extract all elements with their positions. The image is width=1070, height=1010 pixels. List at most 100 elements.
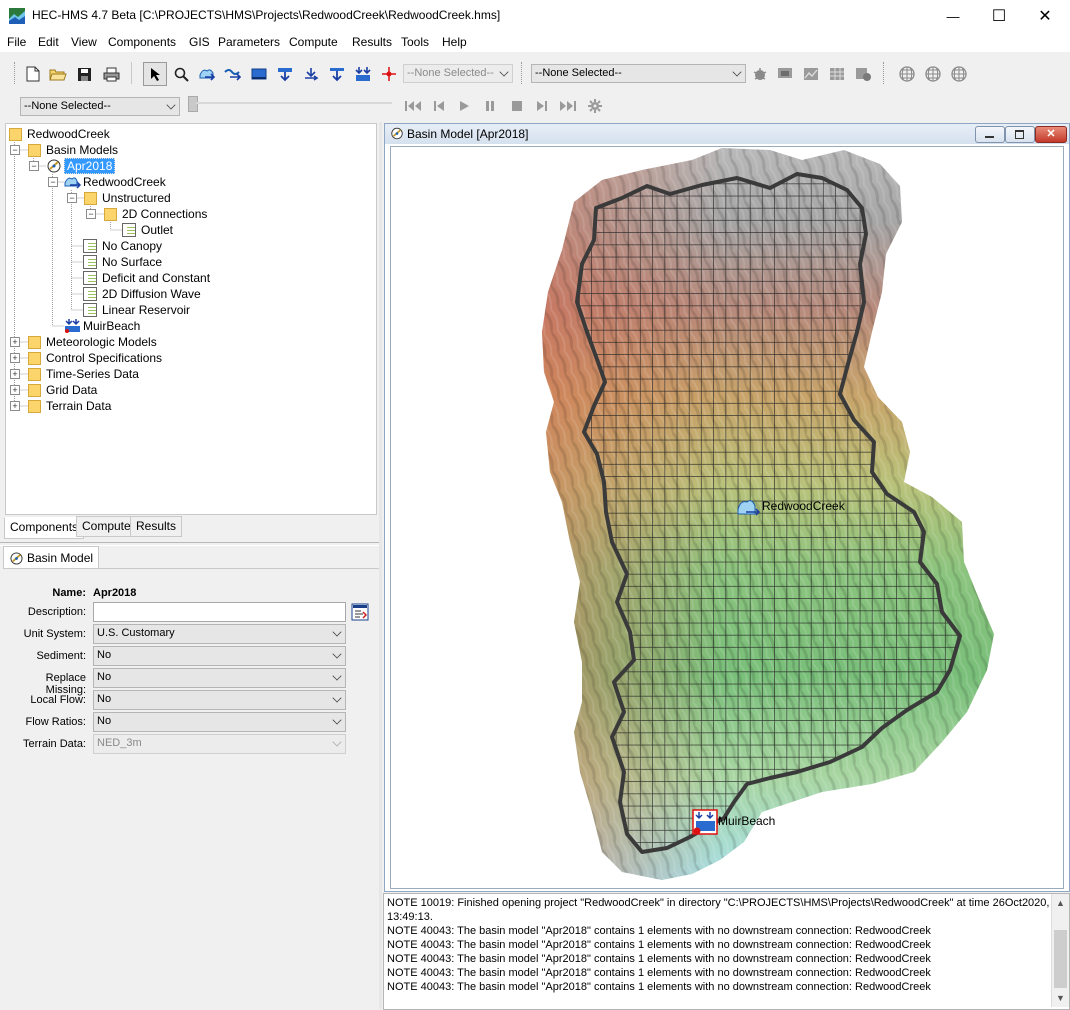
expand-toggle[interactable]: +: [10, 353, 20, 363]
local-flow-dropdown[interactable]: No: [93, 690, 346, 710]
tree-node-meteorologic-models[interactable]: Meteorologic Models: [28, 334, 157, 350]
gage-tool-icon[interactable]: [378, 63, 400, 85]
menu-results[interactable]: Results: [352, 35, 392, 49]
menu-parameters[interactable]: Parameters: [218, 35, 280, 49]
scroll-thumb[interactable]: [1054, 930, 1067, 988]
tab-compute[interactable]: Compute: [76, 516, 137, 537]
pause-icon[interactable]: [479, 95, 501, 117]
play-icon[interactable]: [453, 95, 475, 117]
animation-settings-gear-icon[interactable]: [584, 95, 606, 117]
rewind-icon[interactable]: [402, 95, 424, 117]
tree-node-grid-data[interactable]: Grid Data: [28, 382, 97, 398]
tree-node-terrain-data[interactable]: Terrain Data: [28, 398, 111, 414]
collapse-toggle[interactable]: −: [29, 161, 39, 171]
fast-forward-icon[interactable]: [557, 95, 579, 117]
time-series-table-icon[interactable]: [852, 63, 874, 85]
map-minimize-button[interactable]: [975, 126, 1005, 143]
menu-tools[interactable]: Tools: [401, 35, 429, 49]
expand-toggle[interactable]: +: [10, 385, 20, 395]
junction-tool-icon[interactable]: [274, 63, 296, 85]
grid-globe-icon[interactable]: [922, 63, 944, 85]
tree-node-2d-diffusion-wave[interactable]: 2D Diffusion Wave: [83, 286, 201, 302]
expand-toggle[interactable]: +: [10, 369, 20, 379]
grid-globe-icon[interactable]: [948, 63, 970, 85]
menu-gis[interactable]: GIS: [189, 35, 210, 49]
minimize-button[interactable]: —: [930, 0, 976, 32]
menu-edit[interactable]: Edit: [38, 35, 59, 49]
subbasin-map-label[interactable]: RedwoodCreek: [762, 499, 846, 513]
summary-table-icon[interactable]: [826, 63, 848, 85]
sediment-dropdown[interactable]: No: [93, 646, 346, 666]
tree-node-basin-models[interactable]: Basin Models: [28, 142, 118, 158]
tree-node-2d-connections[interactable]: 2D Connections: [104, 206, 207, 222]
scroll-up-icon[interactable]: ▲: [1056, 898, 1065, 908]
animation-slider-thumb[interactable]: [188, 96, 198, 112]
select-arrow-icon[interactable]: [143, 62, 167, 86]
menu-components[interactable]: Components: [108, 35, 176, 49]
graph-icon[interactable]: [800, 63, 822, 85]
global-summary-icon[interactable]: [774, 63, 796, 85]
sink-tool-icon[interactable]: [352, 63, 374, 85]
open-folder-icon[interactable]: [47, 63, 69, 85]
tree-node-redwoodcreek-subbasin[interactable]: RedwoodCreek: [64, 174, 166, 190]
print-icon[interactable]: [100, 63, 122, 85]
vertical-splitter[interactable]: [379, 122, 382, 1009]
new-file-icon[interactable]: [22, 63, 44, 85]
flow-ratios-dropdown[interactable]: No: [93, 712, 346, 732]
tab-basin-model[interactable]: Basin Model: [3, 546, 99, 569]
subbasin-tool-icon[interactable]: [196, 63, 218, 85]
animation-slider-track[interactable]: [196, 102, 392, 104]
stop-icon[interactable]: [506, 95, 528, 117]
sink-element-icon[interactable]: [692, 809, 718, 835]
toolbar-grip[interactable]: [14, 62, 17, 84]
reach-tool-icon[interactable]: [222, 63, 244, 85]
sink-map-label[interactable]: MuirBeach: [718, 814, 775, 828]
collapse-toggle[interactable]: −: [10, 145, 20, 155]
tree-node-no-canopy[interactable]: No Canopy: [83, 238, 162, 254]
terrain-data-dropdown[interactable]: NED_3m: [93, 734, 346, 754]
tab-components[interactable]: Components: [4, 517, 85, 539]
map-close-button[interactable]: ✕: [1035, 126, 1067, 143]
save-disk-icon[interactable]: [73, 63, 95, 85]
reservoir-tool-icon[interactable]: [248, 63, 270, 85]
expand-toggle[interactable]: +: [10, 401, 20, 411]
grid-globe-icon[interactable]: [896, 63, 918, 85]
menu-file[interactable]: File: [7, 35, 26, 49]
log-vertical-scrollbar[interactable]: ▲ ▼: [1051, 894, 1069, 1007]
terrain-map[interactable]: RedwoodCreek MuirBeach: [391, 147, 1063, 888]
source-tool-icon[interactable]: [326, 63, 348, 85]
description-editor-icon[interactable]: [351, 603, 369, 621]
element-select-dropdown[interactable]: --None Selected--: [403, 64, 513, 83]
close-button[interactable]: ✕: [1022, 0, 1068, 32]
collapse-toggle[interactable]: −: [48, 177, 58, 187]
animation-select-dropdown[interactable]: --None Selected--: [20, 97, 180, 116]
zoom-magnifier-icon[interactable]: [170, 63, 192, 85]
tree-node-time-series-data[interactable]: Time-Series Data: [28, 366, 139, 382]
tree-node-control-specifications[interactable]: Control Specifications: [28, 350, 162, 366]
tree-node-project[interactable]: RedwoodCreek: [9, 126, 110, 142]
map-restore-button[interactable]: [1005, 126, 1035, 143]
tree-node-deficit-constant[interactable]: Deficit and Constant: [83, 270, 210, 286]
replace-missing-dropdown[interactable]: No: [93, 668, 346, 688]
map-canvas[interactable]: RedwoodCreek MuirBeach: [390, 146, 1064, 889]
maximize-button[interactable]: ☐: [976, 0, 1022, 32]
menu-view[interactable]: View: [71, 35, 97, 49]
menu-help[interactable]: Help: [442, 35, 467, 49]
tree-node-apr2018[interactable]: Apr2018: [46, 158, 116, 174]
tree-node-linear-reservoir[interactable]: Linear Reservoir: [83, 302, 190, 318]
tab-results[interactable]: Results: [130, 516, 183, 537]
tree-node-unstructured[interactable]: Unstructured: [84, 190, 171, 206]
tree-node-muirbeach-sink[interactable]: MuirBeach: [64, 318, 140, 334]
expand-toggle[interactable]: +: [10, 337, 20, 347]
toolbar-grip[interactable]: [521, 62, 524, 84]
toolbar-grip[interactable]: [883, 62, 886, 84]
description-field[interactable]: [93, 602, 346, 622]
step-back-icon[interactable]: [428, 95, 450, 117]
run-select-dropdown[interactable]: --None Selected--: [531, 64, 746, 83]
tree-node-no-surface[interactable]: No Surface: [83, 254, 162, 270]
collapse-toggle[interactable]: −: [86, 209, 96, 219]
compute-run-icon[interactable]: [749, 63, 771, 85]
unit-system-dropdown[interactable]: U.S. Customary: [93, 624, 346, 644]
scroll-down-icon[interactable]: ▼: [1056, 993, 1065, 1003]
menu-compute[interactable]: Compute: [289, 35, 338, 49]
